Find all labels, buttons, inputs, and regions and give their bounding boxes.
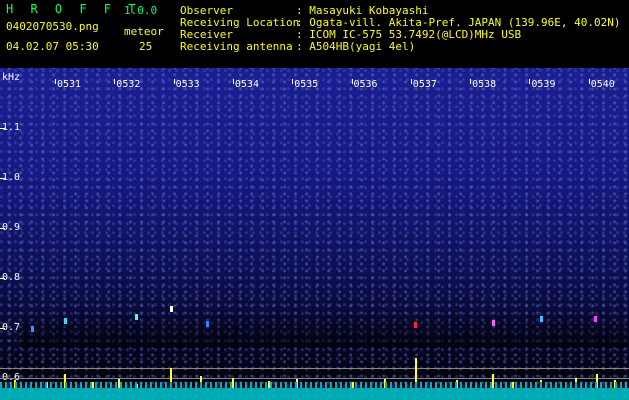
meteor-count: 25: [139, 40, 153, 53]
x-tick-mark: [114, 79, 116, 84]
x-tick-label: 0534: [234, 79, 259, 90]
spectrogram: [0, 68, 629, 400]
x-tick-label: 0536: [353, 79, 378, 90]
x-tick-label: 0540: [590, 79, 615, 90]
y-tick-mark: [0, 128, 5, 129]
x-tick-mark: [529, 79, 531, 84]
meteor-label: meteor: [124, 25, 164, 38]
x-tick-mark: [55, 79, 56, 84]
x-tick-label: 0533: [175, 79, 200, 90]
file-name: 0402070530.png: [6, 20, 99, 33]
antenna-label: Receiving antenna: [180, 40, 293, 53]
y-tick-mark: [0, 278, 5, 279]
x-tick-mark: [588, 79, 590, 84]
noise-floor: [0, 388, 629, 400]
meteor-echo: [170, 306, 173, 312]
x-tick-mark: [470, 79, 472, 84]
y-tick-mark: [0, 228, 5, 229]
meteor-echo: [206, 321, 209, 327]
x-tick-label: 0532: [116, 79, 141, 90]
x-tick-mark: [173, 79, 175, 84]
app-version: 1.0.0: [124, 4, 158, 17]
x-tick-label: 0539: [531, 79, 556, 90]
x-tick-label: 0535: [294, 79, 319, 90]
y-tick-mark: [0, 178, 5, 179]
x-tick-mark: [410, 79, 412, 84]
meteor-echo: [492, 320, 495, 326]
x-tick-mark: [292, 79, 294, 84]
reference-line-lower: [0, 378, 629, 379]
x-tick-label: 0537: [412, 79, 437, 90]
app-title: H R O F F T: [6, 2, 141, 16]
meteor-echo: [414, 322, 417, 328]
reference-line-upper: [0, 368, 629, 369]
x-tick-mark: [351, 79, 353, 84]
x-tick-label: 0531: [57, 79, 82, 90]
antenna-value: : A504HB(yagi 4el): [296, 40, 416, 53]
meteor-echo: [31, 326, 34, 332]
meteor-echo: [135, 314, 138, 320]
y-tick-mark: [0, 328, 5, 329]
x-tick-mark: [232, 79, 234, 84]
x-tick-label: 0538: [472, 79, 497, 90]
observation-datetime: 04.02.07 05:30: [6, 40, 99, 53]
meteor-echo: [594, 316, 597, 322]
meteor-echo: [540, 316, 543, 322]
y-axis-unit: kHz: [2, 72, 21, 83]
spectrogram-lower-band: [20, 308, 629, 348]
meteor-echo: [64, 318, 67, 324]
